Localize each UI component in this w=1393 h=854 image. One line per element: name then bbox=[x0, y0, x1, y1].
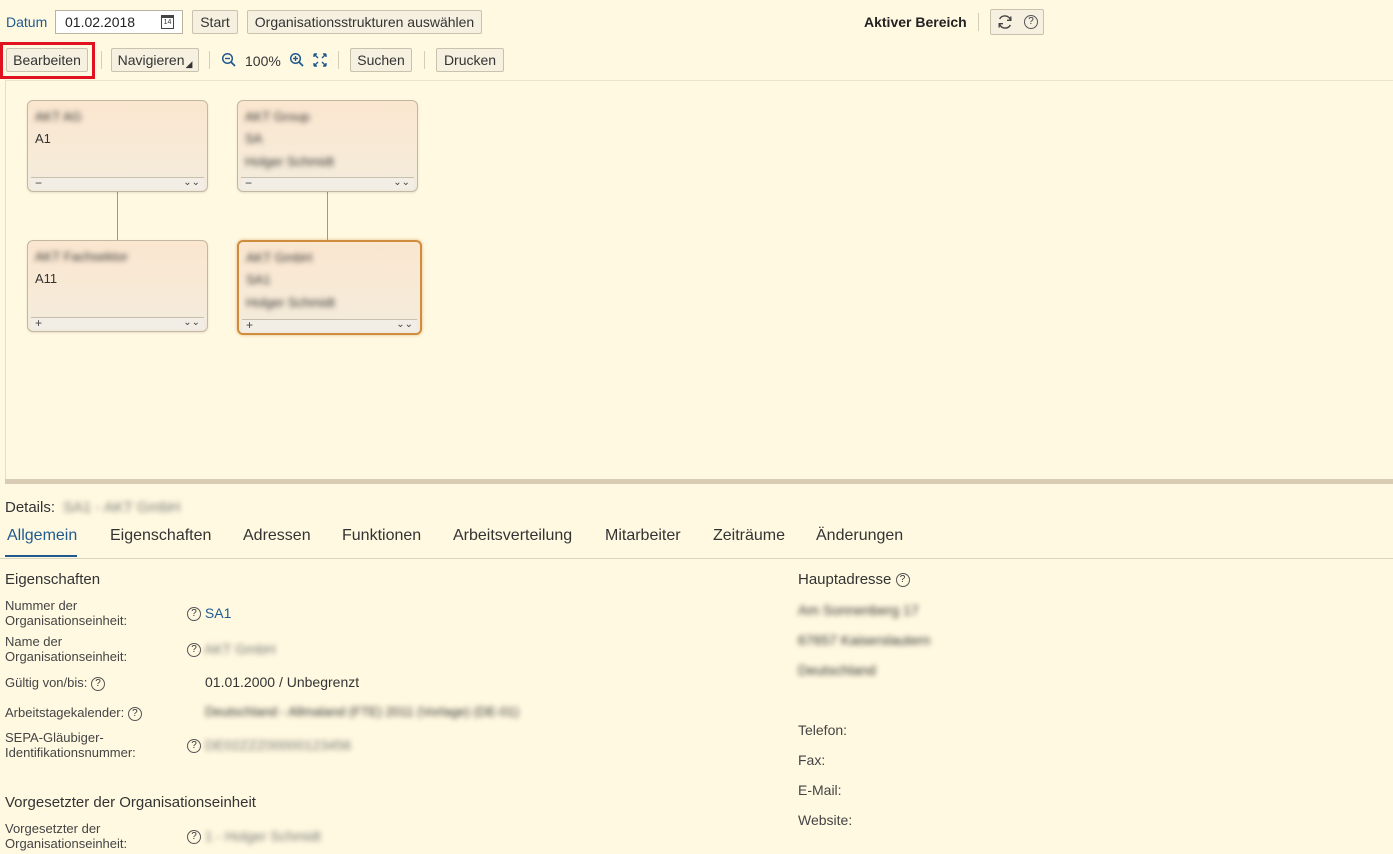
org-node-manager: Holger Schmidt bbox=[245, 154, 334, 169]
org-node-name: AKT GmbH bbox=[246, 250, 313, 265]
date-input[interactable]: 01.02.2018 14 bbox=[55, 10, 183, 34]
tab-divider bbox=[0, 558, 1393, 559]
toolbar-divider bbox=[209, 51, 210, 69]
properties-heading: Eigenschaften bbox=[5, 571, 101, 588]
main-address-heading: Hauptadresse ? bbox=[798, 571, 910, 588]
help-icon[interactable]: ? bbox=[1024, 15, 1038, 29]
help-icon[interactable]: ? bbox=[187, 607, 201, 622]
expand-node-toggle[interactable]: + bbox=[246, 319, 253, 331]
connector-line bbox=[327, 191, 328, 241]
address-city: 67657 Kaiserslautern bbox=[798, 632, 931, 648]
work-calendar-value: Deutschland - Allmaland (FTE) 2011 (Vorl… bbox=[205, 704, 520, 719]
org-node[interactable]: AKT Fachsektor A11 + ⌄⌄ bbox=[27, 240, 208, 332]
connector-line bbox=[117, 191, 118, 240]
supervisor-label: Vorgesetzter der Organisationseinheit: bbox=[5, 821, 128, 851]
org-node[interactable]: AKT AG A1 − ⌄⌄ bbox=[27, 100, 208, 192]
details-selected-name: SA1 - AKT GmbH bbox=[63, 499, 181, 516]
org-chart-canvas[interactable] bbox=[5, 80, 1393, 479]
org-node-footer: − ⌄⌄ bbox=[241, 177, 414, 189]
navigate-button[interactable]: Navigieren ◢ bbox=[111, 48, 199, 72]
org-node-selected[interactable]: AKT GmbH SA1 Holger Schmidt + ⌄⌄ bbox=[237, 240, 422, 335]
tab-eigenschaften[interactable]: Eigenschaften bbox=[110, 527, 211, 545]
active-area-label: Aktiver Bereich bbox=[864, 14, 967, 30]
print-button[interactable]: Drucken bbox=[436, 48, 504, 72]
org-node-code: SA1 bbox=[246, 272, 271, 287]
expand-node-toggle[interactable]: + bbox=[35, 317, 42, 329]
chevron-double-down-icon[interactable]: ⌄⌄ bbox=[393, 177, 410, 188]
org-structure-select-button[interactable]: Organisationsstrukturen auswählen bbox=[247, 10, 482, 34]
org-node-code: SA bbox=[245, 131, 263, 146]
help-icon[interactable]: ? bbox=[127, 706, 142, 721]
fax-label: Fax: bbox=[798, 752, 826, 768]
phone-label: Telefon: bbox=[798, 722, 848, 738]
org-node[interactable]: AKT Group SA Holger Schmidt − ⌄⌄ bbox=[237, 100, 418, 192]
help-icon[interactable]: ? bbox=[91, 676, 105, 691]
org-node-manager: Holger Schmidt bbox=[246, 295, 335, 310]
dropdown-corner-icon: ◢ bbox=[185, 58, 193, 69]
date-value: 01.02.2018 bbox=[65, 14, 136, 30]
tab-arbeitsverteilung[interactable]: Arbeitsverteilung bbox=[453, 527, 572, 545]
calendar-icon[interactable]: 14 bbox=[161, 15, 174, 29]
sepa-id-label: SEPA-Gläubiger- Identifikationsnummer: bbox=[5, 730, 136, 760]
tab-mitarbeiter[interactable]: Mitarbeiter bbox=[605, 527, 681, 545]
toolbar-divider bbox=[978, 13, 979, 31]
chevron-double-down-icon[interactable]: ⌄⌄ bbox=[396, 319, 413, 330]
supervisor-value: ? 1 - Holger Schmidt bbox=[187, 828, 321, 845]
help-icon[interactable]: ? bbox=[895, 573, 910, 588]
zoom-out-icon[interactable] bbox=[221, 52, 237, 71]
org-node-name: AKT AG bbox=[35, 109, 82, 124]
zoom-in-icon[interactable] bbox=[289, 52, 305, 71]
help-icon[interactable]: ? bbox=[187, 643, 201, 658]
datum-label: Datum bbox=[6, 14, 48, 30]
tab-allgemein[interactable]: Allgemein bbox=[7, 527, 77, 545]
toolbar-divider bbox=[424, 51, 425, 69]
help-icon[interactable]: ? bbox=[187, 739, 201, 754]
work-calendar-label: Arbeitstagekalender: ? bbox=[5, 705, 142, 721]
tab-zeitraeume[interactable]: Zeiträume bbox=[713, 527, 785, 545]
supervisor-heading: Vorgesetzter der Organisationseinheit bbox=[5, 794, 256, 811]
chevron-double-down-icon[interactable]: ⌄⌄ bbox=[183, 177, 200, 188]
refresh-help-group[interactable]: ? bbox=[990, 9, 1044, 35]
email-label: E-Mail: bbox=[798, 782, 842, 798]
start-button[interactable]: Start bbox=[192, 10, 238, 34]
details-label: Details: bbox=[5, 499, 56, 516]
tab-funktionen[interactable]: Funktionen bbox=[342, 527, 421, 545]
org-node-footer: − ⌄⌄ bbox=[31, 177, 204, 189]
address-country: Deutschland bbox=[798, 662, 876, 678]
valid-period-label: Gültig von/bis: ? bbox=[5, 675, 105, 691]
zoom-level: 100% bbox=[245, 53, 281, 69]
chevron-double-down-icon[interactable]: ⌄⌄ bbox=[183, 317, 200, 328]
unit-name-label: Name der Organisationseinheit: bbox=[5, 634, 128, 664]
address-street: Am Sonnenberg 17 bbox=[798, 602, 919, 618]
tab-aenderungen[interactable]: Änderungen bbox=[816, 527, 903, 545]
org-node-code: A11 bbox=[35, 271, 58, 286]
toolbar-divider bbox=[101, 51, 102, 69]
refresh-icon[interactable] bbox=[996, 13, 1014, 31]
fit-to-screen-icon[interactable] bbox=[313, 53, 327, 70]
edit-button[interactable]: Bearbeiten bbox=[6, 48, 88, 72]
org-node-footer: + ⌄⌄ bbox=[242, 319, 417, 331]
sepa-id-value: ? DE02ZZZ00000123456 bbox=[187, 737, 351, 754]
help-icon[interactable]: ? bbox=[187, 830, 201, 845]
unit-number-label: Nummer der Organisationseinheit: bbox=[5, 598, 128, 628]
org-node-name: AKT Fachsektor bbox=[35, 249, 128, 264]
unit-name-value: ? AKT GmbH bbox=[187, 641, 275, 658]
unit-number-value: ? SA1 bbox=[187, 605, 231, 622]
valid-period-value: 01.01.2000 / Unbegrenzt bbox=[205, 674, 360, 690]
toolbar-divider bbox=[338, 51, 339, 69]
collapse-node-toggle[interactable]: − bbox=[245, 177, 252, 189]
active-tab-underline bbox=[5, 555, 77, 557]
website-label: Website: bbox=[798, 812, 853, 828]
collapse-node-toggle[interactable]: − bbox=[35, 177, 42, 189]
org-node-code: A1 bbox=[35, 131, 51, 146]
canvas-splitter[interactable] bbox=[5, 479, 1393, 484]
org-node-footer: + ⌄⌄ bbox=[31, 317, 204, 329]
search-button[interactable]: Suchen bbox=[350, 48, 412, 72]
tab-adressen[interactable]: Adressen bbox=[243, 527, 311, 545]
org-node-name: AKT Group bbox=[245, 109, 310, 124]
